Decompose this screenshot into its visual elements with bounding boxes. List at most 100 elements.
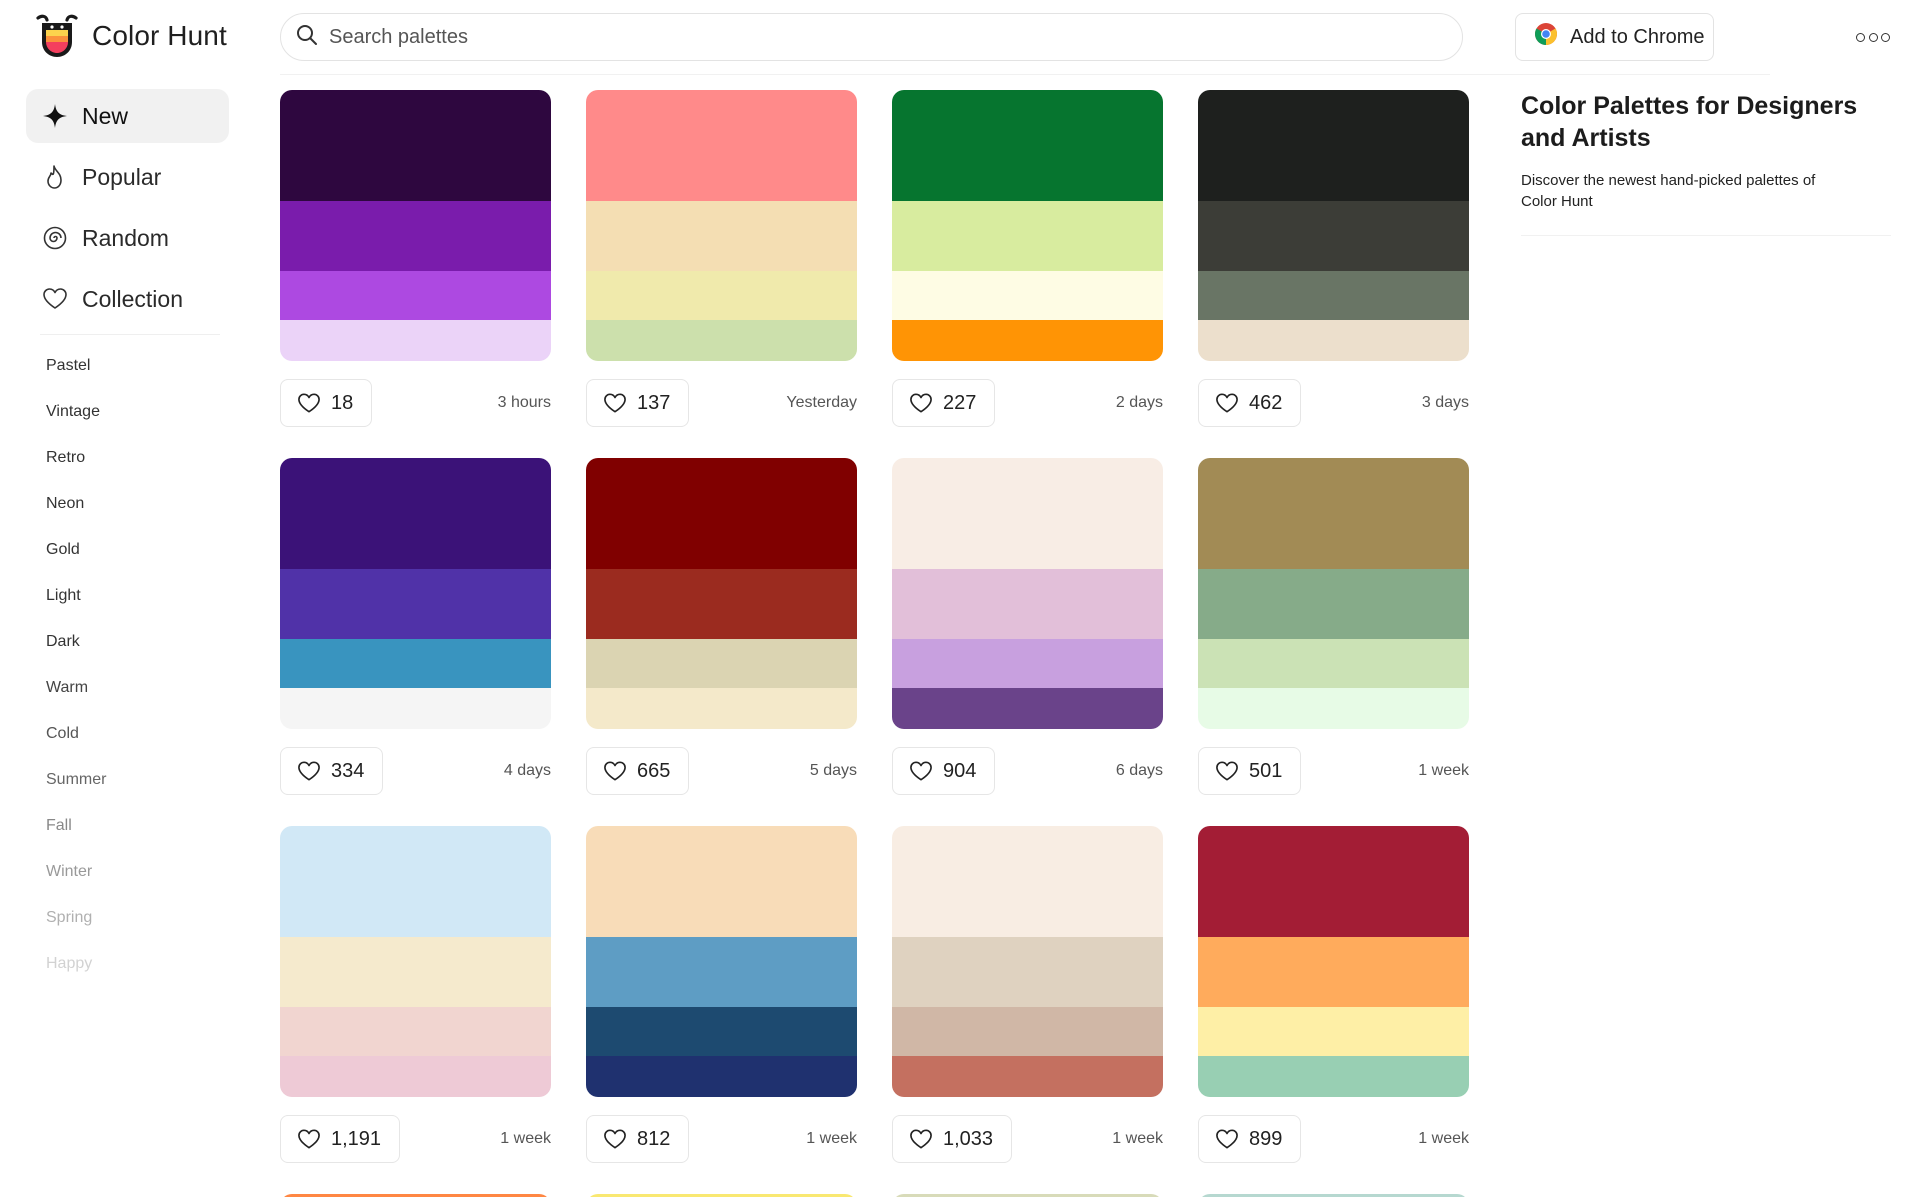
like-button[interactable]: 665 xyxy=(586,747,690,795)
color-swatch[interactable] xyxy=(280,320,551,361)
color-swatch[interactable] xyxy=(280,826,551,937)
like-button[interactable]: 137 xyxy=(586,379,690,427)
palette-swatches[interactable] xyxy=(892,90,1163,361)
color-swatch[interactable] xyxy=(1198,458,1469,569)
heart-icon xyxy=(603,760,627,782)
tag-vintage[interactable]: Vintage xyxy=(46,403,106,449)
color-swatch[interactable] xyxy=(892,201,1163,271)
color-swatch[interactable] xyxy=(280,688,551,729)
color-swatch[interactable] xyxy=(892,688,1163,729)
color-swatch[interactable] xyxy=(586,271,857,320)
search-input[interactable] xyxy=(329,25,1429,49)
color-swatch[interactable] xyxy=(892,271,1163,320)
color-swatch[interactable] xyxy=(586,569,857,639)
color-swatch[interactable] xyxy=(1198,201,1469,271)
tag-cold[interactable]: Cold xyxy=(46,725,106,771)
palette-swatches[interactable] xyxy=(586,458,857,729)
palette-footer: 137 Yesterday xyxy=(586,379,857,427)
color-swatch[interactable] xyxy=(280,639,551,688)
color-swatch[interactable] xyxy=(1198,826,1469,937)
color-swatch[interactable] xyxy=(1198,639,1469,688)
palette-swatches[interactable] xyxy=(280,826,551,1097)
color-swatch[interactable] xyxy=(280,271,551,320)
color-swatch[interactable] xyxy=(280,1007,551,1056)
color-swatch[interactable] xyxy=(892,320,1163,361)
color-swatch[interactable] xyxy=(280,569,551,639)
color-swatch[interactable] xyxy=(586,458,857,569)
color-swatch[interactable] xyxy=(892,1007,1163,1056)
more-options-button[interactable] xyxy=(1856,26,1890,48)
like-button[interactable]: 334 xyxy=(280,747,384,795)
nav-item-random[interactable]: Random xyxy=(26,211,229,265)
color-swatch[interactable] xyxy=(586,201,857,271)
color-swatch[interactable] xyxy=(586,937,857,1007)
nav-item-new[interactable]: New xyxy=(26,89,229,143)
color-swatch[interactable] xyxy=(280,1056,551,1097)
palette-swatches[interactable] xyxy=(1198,826,1469,1097)
tag-spring[interactable]: Spring xyxy=(46,909,106,955)
palette-swatches[interactable] xyxy=(1198,90,1469,361)
palette-swatches[interactable] xyxy=(892,826,1163,1097)
color-swatch[interactable] xyxy=(892,458,1163,569)
color-swatch[interactable] xyxy=(586,320,857,361)
color-swatch[interactable] xyxy=(1198,1056,1469,1097)
tag-warm[interactable]: Warm xyxy=(46,679,106,725)
palette-swatches[interactable] xyxy=(280,458,551,729)
tag-retro[interactable]: Retro xyxy=(46,449,106,495)
like-button[interactable]: 501 xyxy=(1198,747,1302,795)
palette-swatches[interactable] xyxy=(892,458,1163,729)
tag-happy[interactable]: Happy xyxy=(46,955,106,1001)
like-button[interactable]: 227 xyxy=(892,379,996,427)
palette-swatches[interactable] xyxy=(280,90,551,361)
tag-neon[interactable]: Neon xyxy=(46,495,106,541)
tag-pastel[interactable]: Pastel xyxy=(46,357,106,403)
like-button[interactable]: 904 xyxy=(892,747,996,795)
color-swatch[interactable] xyxy=(280,458,551,569)
color-swatch[interactable] xyxy=(1198,937,1469,1007)
tag-fall[interactable]: Fall xyxy=(46,817,106,863)
logo[interactable]: Color Hunt xyxy=(34,12,227,60)
color-swatch[interactable] xyxy=(1198,569,1469,639)
nav-item-popular[interactable]: Popular xyxy=(26,150,229,204)
search-bar[interactable] xyxy=(280,13,1463,61)
nav-item-collection[interactable]: Collection xyxy=(26,272,229,326)
tag-gold[interactable]: Gold xyxy=(46,541,106,587)
like-button[interactable]: 462 xyxy=(1198,379,1302,427)
palette-swatches[interactable] xyxy=(586,90,857,361)
color-swatch[interactable] xyxy=(892,90,1163,201)
color-swatch[interactable] xyxy=(280,90,551,201)
color-swatch[interactable] xyxy=(1198,271,1469,320)
add-to-chrome-button[interactable]: Add to Chrome xyxy=(1515,13,1714,61)
color-swatch[interactable] xyxy=(1198,90,1469,201)
color-swatch[interactable] xyxy=(280,937,551,1007)
nav-item-label: Random xyxy=(82,224,169,251)
color-swatch[interactable] xyxy=(1198,688,1469,729)
like-button[interactable]: 899 xyxy=(1198,1115,1302,1163)
color-swatch[interactable] xyxy=(586,826,857,937)
palette-swatches[interactable] xyxy=(586,826,857,1097)
color-swatch[interactable] xyxy=(586,90,857,201)
tag-winter[interactable]: Winter xyxy=(46,863,106,909)
color-swatch[interactable] xyxy=(892,937,1163,1007)
color-swatch[interactable] xyxy=(1198,320,1469,361)
color-swatch[interactable] xyxy=(586,1056,857,1097)
like-button[interactable]: 18 xyxy=(280,379,373,427)
like-count: 501 xyxy=(1249,759,1283,782)
color-swatch[interactable] xyxy=(892,1056,1163,1097)
like-button[interactable]: 812 xyxy=(586,1115,690,1163)
tag-dark[interactable]: Dark xyxy=(46,633,106,679)
color-swatch[interactable] xyxy=(280,201,551,271)
palette-swatches[interactable] xyxy=(1198,458,1469,729)
tag-light[interactable]: Light xyxy=(46,587,106,633)
like-count: 904 xyxy=(943,759,977,782)
like-button[interactable]: 1,191 xyxy=(280,1115,401,1163)
color-swatch[interactable] xyxy=(892,639,1163,688)
color-swatch[interactable] xyxy=(586,1007,857,1056)
like-button[interactable]: 1,033 xyxy=(892,1115,1013,1163)
color-swatch[interactable] xyxy=(892,569,1163,639)
color-swatch[interactable] xyxy=(1198,1007,1469,1056)
color-swatch[interactable] xyxy=(892,826,1163,937)
color-swatch[interactable] xyxy=(586,688,857,729)
tag-summer[interactable]: Summer xyxy=(46,771,106,817)
color-swatch[interactable] xyxy=(586,639,857,688)
